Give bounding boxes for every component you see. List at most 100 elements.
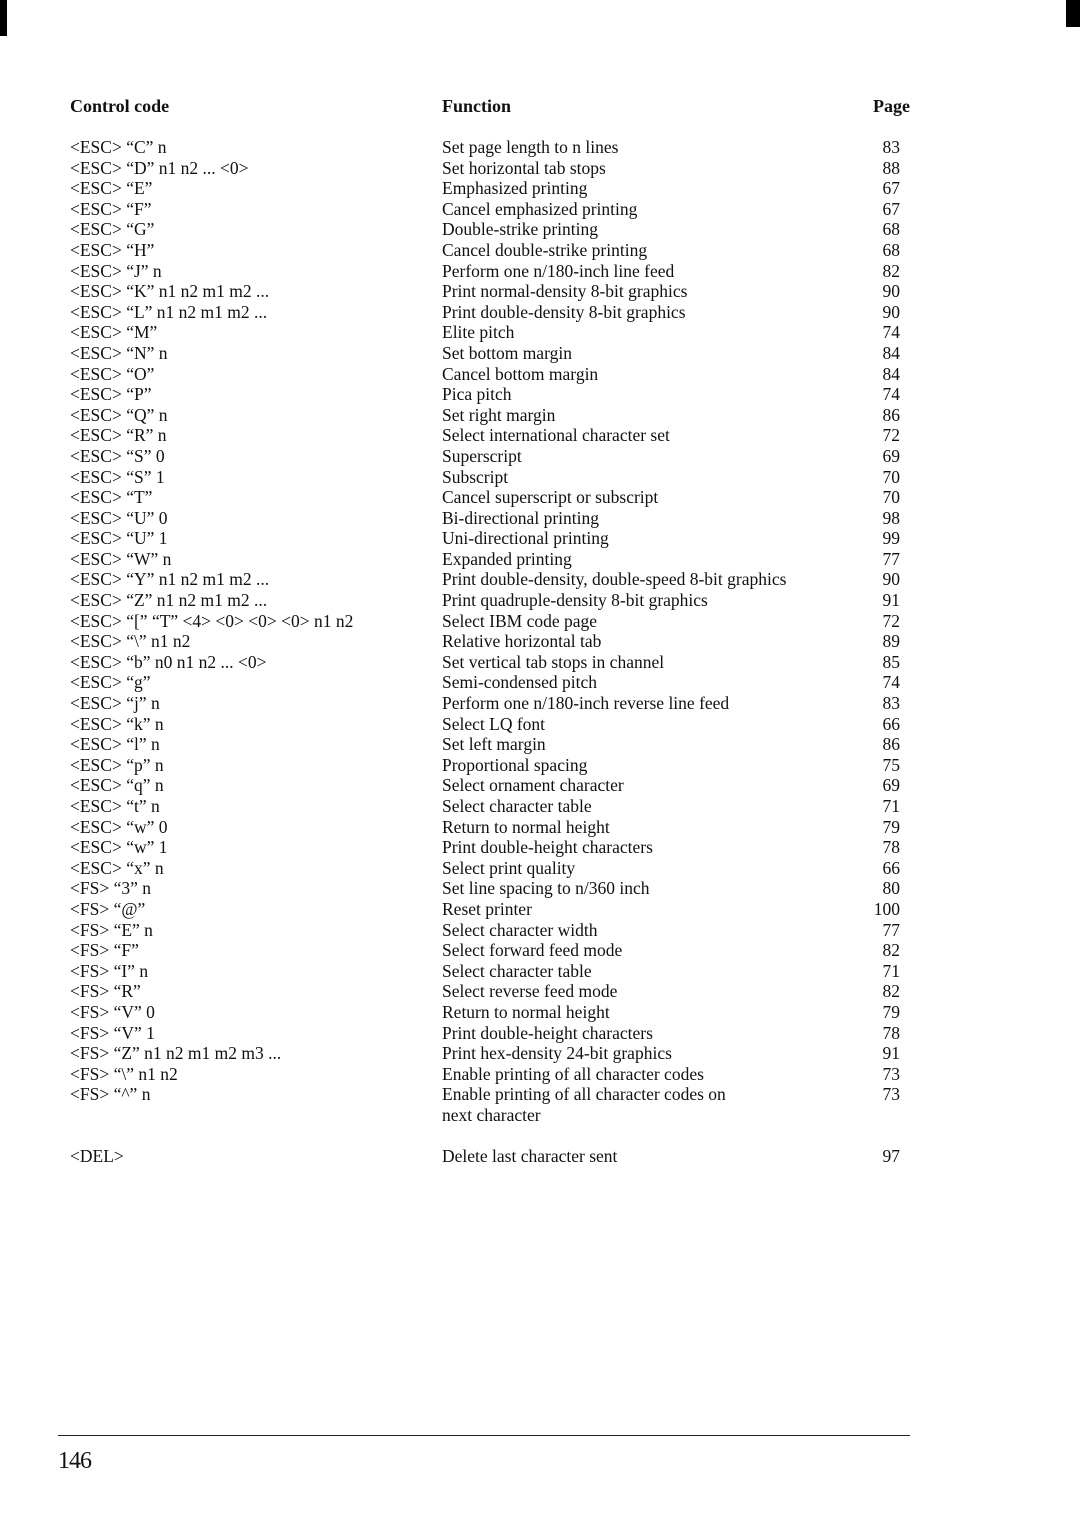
table-body: <ESC> “C” n Set page length to n lines 83 <… (70, 137, 910, 1167)
control-code: <ESC> “x” n (70, 857, 164, 878)
function-description: Uni-directional printing (442, 528, 609, 549)
control-code: <ESC> “L” n1 n2 m1 m2 ... (70, 301, 268, 322)
function-description: Set right margin (442, 404, 556, 425)
page-reference: 77 (882, 919, 901, 940)
function-description: Select character table (442, 796, 592, 816)
control-code: <ESC> “N” n (70, 342, 168, 363)
page-reference: 90 (882, 301, 901, 322)
table-row: <ESC> “w” 1 Print double-height character… (70, 837, 910, 858)
page-reference: 70 (882, 487, 901, 508)
table-row: <ESC> “J” n Perform one n/180-inch line f… (70, 261, 910, 282)
control-code: <ESC> “Z” n1 n2 m1 m2 ... (70, 590, 268, 611)
table-row: <DEL> Delete last character sent 97 (70, 1146, 910, 1167)
page-reference: 73 (882, 1084, 901, 1105)
table-row: <ESC> “l” n Set left margin 86 (70, 734, 910, 755)
table-row: <ESC> “T” Cancel superscript or subscript… (70, 487, 910, 508)
control-code: <FS> “Z” n1 n2 m1 m2 m3 ... (70, 1043, 282, 1064)
function-description: Subscript (442, 466, 509, 487)
control-code: <ESC> “l” n (70, 734, 160, 755)
page-reference: 75 (882, 754, 901, 775)
table-row: <ESC> “p” n Proportional spacing 75 (70, 755, 910, 776)
control-code: <ESC> “w” 1 (70, 837, 168, 858)
control-code: <ESC> “P” (70, 384, 152, 405)
table-row: <ESC> “S” 0 Superscript 69 (70, 446, 910, 467)
control-code: <ESC> “S” 0 (70, 445, 165, 466)
table-row: <FS> “R” Select reverse feed mode 82 (70, 981, 910, 1002)
scan-edge-mark-right (1066, 0, 1080, 27)
function-description: Set left margin (442, 734, 546, 755)
page-reference: 84 (882, 342, 901, 363)
page-reference: 69 (882, 775, 901, 796)
function-description: Cancel bottom margin (442, 363, 599, 384)
function-description: Set page length to n lines (442, 137, 619, 157)
function-description: Set vertical tab stops in channel (442, 651, 665, 672)
page-reference: 67 (882, 198, 901, 219)
function-description: Proportional spacing (442, 754, 588, 775)
table-row: <FS> “Z” n1 n2 m1 m2 m3 ... Print hex-den… (70, 1043, 910, 1064)
table-row: <ESC> “j” n Perform one n/180-inch revers… (70, 693, 910, 714)
control-code: <FS> “\” n1 n2 (70, 1063, 178, 1084)
function-description: Print normal-density 8-bit graphics (442, 281, 688, 302)
page-reference: 79 (882, 1001, 901, 1022)
footer-rule (58, 1435, 910, 1436)
function-description: Relative horizontal tab (442, 631, 602, 652)
page-number: 146 (58, 1448, 92, 1474)
control-code: <ESC> “w” 0 (70, 816, 168, 837)
table-row: <ESC> “G” Double-strike printing 68 (70, 219, 910, 240)
table-row: <ESC> “D” n1 n2 ... <0> Set horizontal ta… (70, 158, 910, 179)
function-description: Select character width (442, 919, 598, 940)
table-row: <FS> “@” Reset printer 100 (70, 899, 910, 920)
header-page: Page (873, 96, 910, 116)
control-code: <ESC> “t” n (70, 796, 160, 816)
page-reference: 70 (882, 466, 901, 487)
control-code: <FS> “R” (70, 981, 141, 1002)
page-reference: 82 (882, 940, 901, 961)
page-reference: 86 (882, 734, 901, 755)
control-code: <FS> “^” n (70, 1084, 151, 1105)
control-code: <ESC> “U” 1 (70, 528, 168, 549)
control-code: <ESC> “b” n0 n1 n2 ... <0> (70, 651, 267, 672)
page-reference: 68 (882, 239, 901, 260)
control-code: <FS> “E” n (70, 919, 153, 940)
table-header: Control code Function Page (70, 96, 910, 120)
function-description: Cancel superscript or subscript (442, 487, 659, 508)
table-row: <FS> “V” 1 Print double-height characters… (70, 1023, 910, 1044)
table-row: <ESC> “Y” n1 n2 m1 m2 ... Print double-de… (70, 569, 910, 590)
table-row: <ESC> “g” Semi-condensed pitch 74 (70, 672, 910, 693)
function-description: Print double-density 8-bit graphics (442, 301, 686, 322)
control-code: <ESC> “q” n (70, 775, 164, 796)
page-reference: 89 (882, 631, 901, 652)
control-code: <ESC> “S” 1 (70, 466, 165, 487)
function-description: Select forward feed mode (442, 940, 623, 961)
page-reference: 86 (882, 404, 901, 425)
control-code: <FS> “V” 1 (70, 1022, 155, 1043)
function-description: Perform one n/180-inch line feed (442, 260, 675, 281)
table-row: <ESC> “\” n1 n2 Relative horizontal tab 89 (70, 631, 910, 652)
control-code: <ESC> “k” n (70, 713, 164, 734)
function-description: Select print quality (442, 857, 576, 878)
function-description: Select IBM code page (442, 610, 598, 631)
table-row: <ESC> “t” n Select character table 71 (70, 796, 910, 817)
page-reference: 84 (882, 363, 901, 384)
page-reference: 71 (882, 796, 901, 816)
table-row: <ESC> “M” Elite pitch 74 (70, 322, 910, 343)
table-row: <FS> “F” Select forward feed mode 82 (70, 940, 910, 961)
control-code: <ESC> “p” n (70, 754, 164, 775)
function-description: Select LQ font (442, 713, 546, 734)
page-reference: 82 (882, 981, 901, 1002)
table-row: <ESC> “O” Cancel bottom margin 84 (70, 364, 910, 385)
page-reference: 83 (882, 693, 901, 714)
table-row: <ESC> “F” Cancel emphasized printing 67 (70, 199, 910, 220)
control-code: <ESC> “H” (70, 239, 155, 260)
page-reference: 99 (882, 528, 901, 549)
table-row: <ESC> “[” “T” <4> <0> <0> <0> n1 n2 Selec… (70, 611, 910, 632)
control-code: <ESC> “E” (70, 178, 153, 199)
table-row: <ESC> “K” n1 n2 m1 m2 ... Print normal-de… (70, 281, 910, 302)
control-code: <ESC> “F” (70, 198, 152, 219)
header-function: Function (442, 96, 512, 116)
control-code: <FS> “3” n (70, 878, 151, 899)
control-code: <FS> “V” 0 (70, 1001, 155, 1022)
control-code: <ESC> “J” n (70, 260, 162, 281)
control-code: <ESC> “G” (70, 219, 155, 240)
page-reference: 78 (882, 837, 901, 858)
